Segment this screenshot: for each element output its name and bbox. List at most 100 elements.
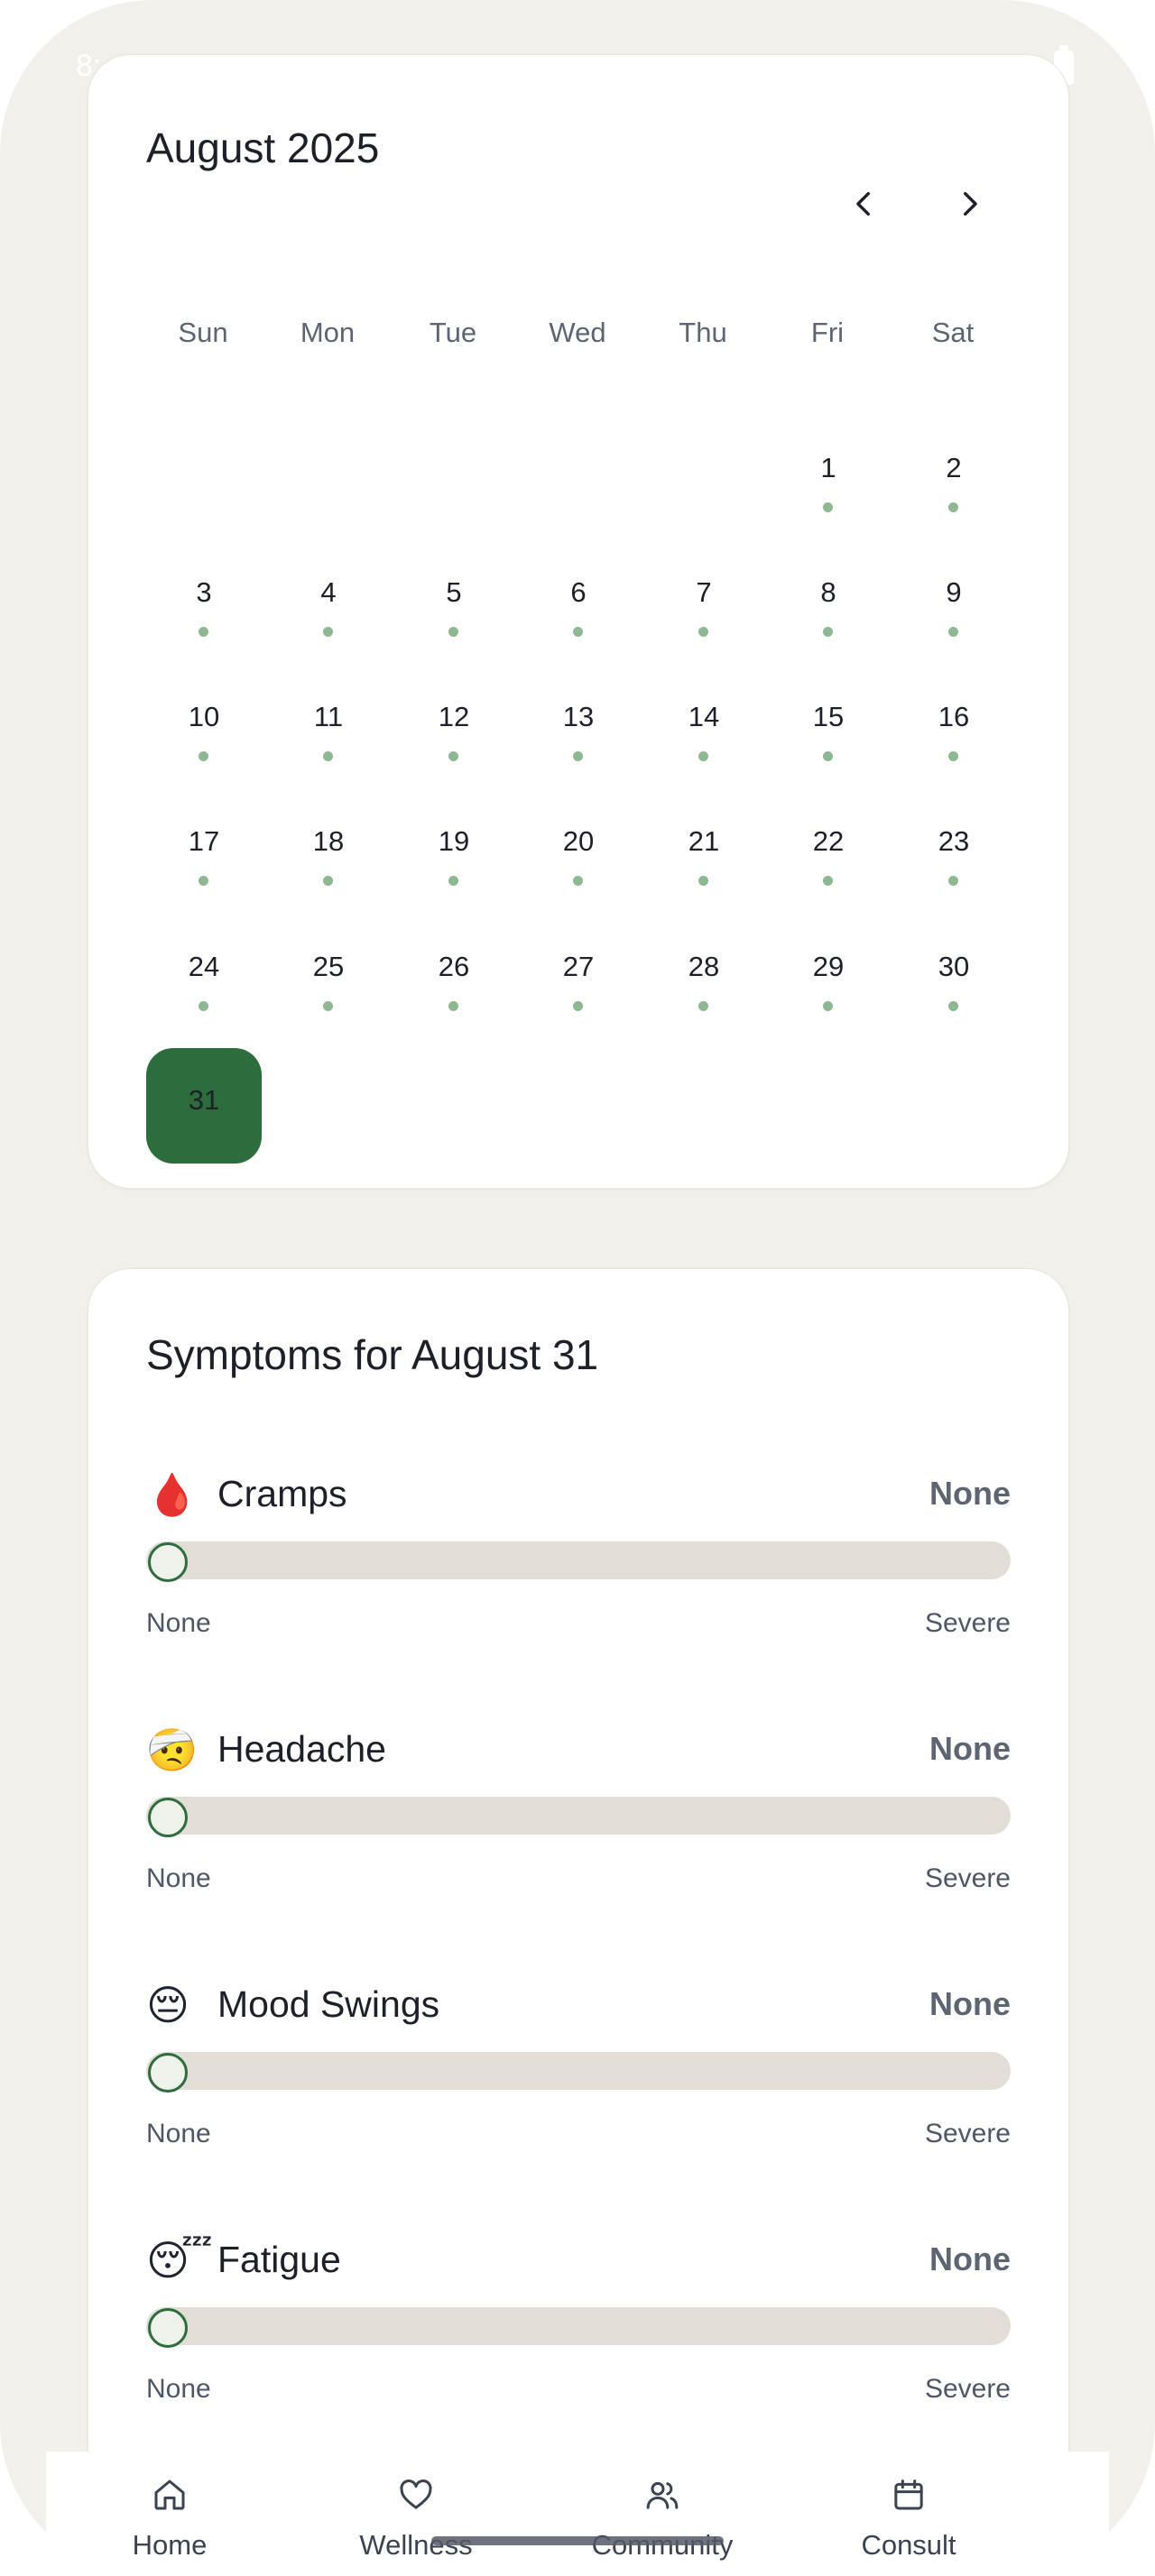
nav-label: Home (132, 2529, 208, 2561)
weekday-label: Tue (429, 317, 477, 348)
calendar-day[interactable]: 31 (146, 1048, 262, 1164)
calendar-day-number: 28 (688, 951, 720, 982)
calendar-day[interactable]: 21 (646, 798, 762, 914)
slider-min-label: None (146, 2374, 211, 2404)
symptom-row-fatigue: 😴 Fatigue None None Severe (146, 2235, 1011, 2433)
calendar-day[interactable]: 7 (646, 549, 762, 665)
log-indicator-dot (823, 1001, 833, 1011)
calendar-day[interactable]: 20 (521, 798, 636, 914)
log-indicator-dot (698, 876, 708, 886)
calendar-day[interactable]: 26 (396, 924, 512, 1039)
symptom-row-headache: 🤕 Headache None None Severe (146, 1725, 1011, 1923)
calendar-day-number: 12 (438, 701, 470, 732)
calendar-icon (894, 2479, 923, 2510)
calendar-day[interactable]: 28 (646, 924, 762, 1039)
calendar-day-number: 13 (562, 701, 595, 732)
calendar-day[interactable]: 13 (521, 674, 636, 789)
calendar-day[interactable]: 24 (146, 924, 262, 1039)
chevron-left-icon (856, 191, 870, 216)
calendar-day[interactable]: 1 (771, 425, 886, 540)
log-indicator-dot (323, 751, 333, 761)
calendar-day[interactable]: 5 (396, 549, 512, 665)
calendar-day[interactable]: 30 (896, 924, 1012, 1039)
calendar-day-number: 10 (188, 701, 220, 732)
weekday-label: Mon (300, 317, 356, 348)
weekday-label: Thu (679, 317, 727, 348)
slider-max-label: Severe (924, 2119, 1011, 2148)
calendar-day[interactable]: 2 (896, 425, 1012, 540)
calendar-day[interactable]: 12 (396, 674, 512, 789)
severity-slider-track[interactable] (146, 2307, 1011, 2345)
nav-item-wellness[interactable]: Wellness (292, 2452, 540, 2576)
nav-label: Wellness (359, 2529, 473, 2561)
calendar-card: August 2025 Sun Mon Tue Wed Thu Fri Sat … (88, 54, 1069, 1189)
calendar-day[interactable]: 3 (146, 549, 262, 665)
calendar-day-number: 31 (188, 1084, 220, 1116)
nav-item-community[interactable]: Community (539, 2452, 786, 2576)
bandaged-face-icon: 🤕 (146, 1726, 199, 1773)
severity-slider-track[interactable] (146, 1541, 1011, 1579)
symptom-name: Cramps (217, 1473, 347, 1514)
calendar-day[interactable]: 27 (521, 924, 636, 1039)
severity-slider-thumb[interactable] (148, 1798, 188, 1837)
log-indicator-dot (698, 1001, 708, 1011)
weekday-label: Fri (810, 317, 845, 348)
log-indicator-dot (823, 627, 833, 637)
calendar-day-number: 9 (946, 576, 962, 608)
calendar-day[interactable]: 29 (771, 924, 886, 1039)
severity-slider-thumb[interactable] (148, 2053, 188, 2093)
symptom-name: Mood Swings (217, 1983, 440, 2025)
calendar-day-number: 14 (688, 701, 720, 732)
log-indicator-dot (199, 1001, 208, 1011)
log-indicator-dot (948, 751, 958, 761)
log-indicator-dot (948, 502, 958, 512)
calendar-day-number: 1 (820, 452, 836, 483)
calendar-day[interactable]: 4 (271, 549, 386, 665)
log-indicator-dot (323, 1001, 333, 1011)
calendar-day[interactable]: 15 (771, 674, 886, 789)
log-indicator-dot (573, 627, 583, 637)
nav-item-consult[interactable]: Consult (785, 2452, 1032, 2576)
calendar-day[interactable]: 18 (271, 798, 386, 914)
sleeping-face-icon: 😴 (146, 2237, 213, 2284)
calendar-day[interactable]: 10 (146, 674, 262, 789)
home-indicator (431, 2536, 724, 2545)
calendar-day-number: 5 (446, 576, 462, 608)
log-indicator-dot (698, 627, 708, 637)
severity-slider-track[interactable] (146, 2052, 1011, 2090)
log-indicator-dot (823, 751, 833, 761)
calendar-day[interactable]: 17 (146, 798, 262, 914)
calendar-day[interactable]: 11 (271, 674, 386, 789)
weekday-label: Wed (549, 317, 606, 348)
calendar-day[interactable]: 14 (646, 674, 762, 789)
nav-item-home[interactable]: Home (46, 2452, 293, 2576)
calendar-day[interactable]: 22 (771, 798, 886, 914)
calendar-day[interactable]: 25 (271, 924, 386, 1039)
log-indicator-dot (323, 627, 333, 637)
calendar-day[interactable]: 16 (896, 674, 1012, 789)
log-indicator-dot (448, 627, 458, 637)
severity-slider-thumb[interactable] (148, 2308, 188, 2348)
severity-slider-track[interactable] (146, 1797, 1011, 1835)
weekday-label: Sun (178, 317, 228, 348)
calendar-day[interactable]: 8 (771, 549, 886, 665)
calendar-day[interactable]: 9 (896, 549, 1012, 665)
symptom-severity-value: None (929, 1475, 1011, 1512)
calendar-day-number: 4 (320, 576, 337, 608)
drop-of-blood-icon: 🩸 (146, 1471, 199, 1518)
calendar-day-number: 20 (562, 825, 595, 857)
log-indicator-dot (323, 876, 333, 886)
log-indicator-dot (573, 751, 583, 761)
severity-slider-thumb[interactable] (148, 1542, 188, 1582)
calendar-day[interactable]: 6 (521, 549, 636, 665)
calendar-day-number: 19 (438, 825, 470, 857)
calendar-day-number: 2 (946, 452, 962, 483)
next-month-button[interactable] (933, 168, 1005, 240)
calendar-day[interactable]: 19 (396, 798, 512, 914)
log-indicator-dot (823, 502, 833, 512)
symptom-severity-value: None (929, 2240, 1011, 2277)
calendar-day[interactable]: 23 (896, 798, 1012, 914)
calendar-day-number: 27 (562, 951, 595, 982)
previous-month-button[interactable] (828, 168, 901, 240)
calendar-day-number: 6 (570, 576, 587, 608)
